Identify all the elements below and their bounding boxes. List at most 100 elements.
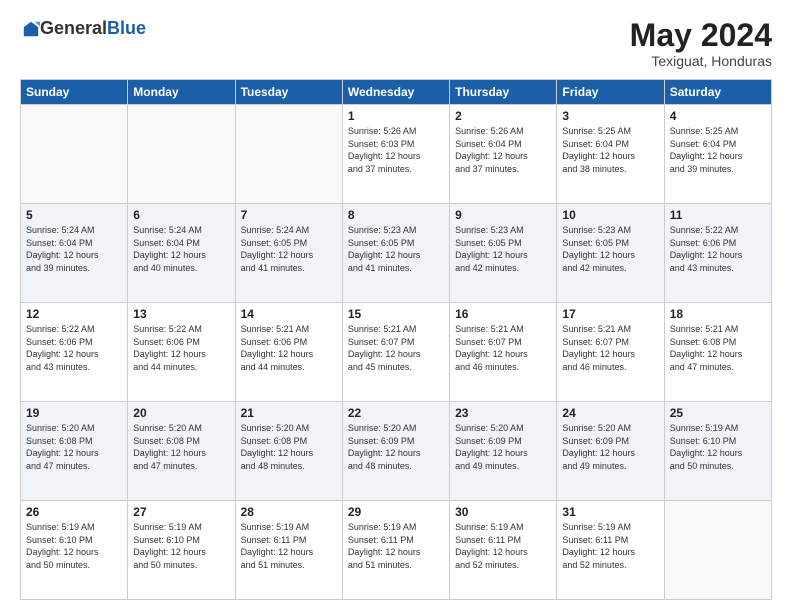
day-number: 30 [455,505,551,519]
day-number: 16 [455,307,551,321]
calendar-cell: 19Sunrise: 5:20 AM Sunset: 6:08 PM Dayli… [21,402,128,501]
day-info: Sunrise: 5:20 AM Sunset: 6:09 PM Dayligh… [455,422,551,472]
calendar-cell: 18 Sunrise: 5:21 AM Sunset: 6:08 PM Dayli… [664,303,771,402]
day-info: Sunrise: 5:24 AM Sunset: 6:04 PM Dayligh… [26,224,122,274]
calendar-cell: 27 Sunrise: 5:19 AM Sunset: 6:10 PM Dayli… [128,501,235,600]
calendar-cell: 10Sunrise: 5:23 AM Sunset: 6:05 PM Dayli… [557,204,664,303]
day-number: 27 [133,505,229,519]
header-tuesday: Tuesday [235,80,342,105]
day-info: Sunrise: 5:22 AM Sunset: 6:06 PM Dayligh… [670,224,766,274]
day-number: 12 [26,307,122,321]
calendar-cell: 22 Sunrise: 5:20 AM Sunset: 6:09 PM Dayli… [342,402,449,501]
calendar-cell: 31Sunrise: 5:19 AM Sunset: 6:11 PM Dayli… [557,501,664,600]
day-info: Sunrise: 5:19 AM Sunset: 6:11 PM Dayligh… [241,521,337,571]
day-number: 5 [26,208,122,222]
day-info: Sunrise: 5:21 AM Sunset: 6:07 PM Dayligh… [562,323,658,373]
day-info: Sunrise: 5:20 AM Sunset: 6:08 PM Dayligh… [133,422,229,472]
calendar-cell: 3Sunrise: 5:25 AM Sunset: 6:04 PM Daylig… [557,105,664,204]
day-number: 11 [670,208,766,222]
day-info: Sunrise: 5:20 AM Sunset: 6:09 PM Dayligh… [562,422,658,472]
calendar-cell: 17 Sunrise: 5:21 AM Sunset: 6:07 PM Dayli… [557,303,664,402]
day-info: Sunrise: 5:22 AM Sunset: 6:06 PM Dayligh… [133,323,229,373]
calendar-cell: 2Sunrise: 5:26 AM Sunset: 6:04 PM Daylig… [450,105,557,204]
day-number: 9 [455,208,551,222]
calendar-cell: 1 Sunrise: 5:26 AM Sunset: 6:03 PM Daylig… [342,105,449,204]
day-number: 23 [455,406,551,420]
header-saturday: Saturday [664,80,771,105]
calendar-cell [21,105,128,204]
day-number: 26 [26,505,122,519]
calendar-cell: 8 Sunrise: 5:23 AM Sunset: 6:05 PM Daylig… [342,204,449,303]
calendar-cell: 9 Sunrise: 5:23 AM Sunset: 6:05 PM Daylig… [450,204,557,303]
calendar-cell: 24 Sunrise: 5:20 AM Sunset: 6:09 PM Dayli… [557,402,664,501]
day-number: 17 [562,307,658,321]
day-number: 29 [348,505,444,519]
day-info: Sunrise: 5:22 AM Sunset: 6:06 PM Dayligh… [26,323,122,373]
calendar-cell: 23 Sunrise: 5:20 AM Sunset: 6:09 PM Dayli… [450,402,557,501]
day-info: Sunrise: 5:25 AM Sunset: 6:04 PM Dayligh… [670,125,766,175]
day-info: Sunrise: 5:19 AM Sunset: 6:11 PM Dayligh… [455,521,551,571]
day-number: 2 [455,109,551,123]
day-number: 24 [562,406,658,420]
day-number: 8 [348,208,444,222]
calendar-cell [664,501,771,600]
day-number: 21 [241,406,337,420]
day-info: Sunrise: 5:24 AM Sunset: 6:04 PM Dayligh… [133,224,229,274]
header-monday: Monday [128,80,235,105]
header-friday: Friday [557,80,664,105]
calendar-cell [128,105,235,204]
day-number: 6 [133,208,229,222]
calendar-cell: 6 Sunrise: 5:24 AM Sunset: 6:04 PM Daylig… [128,204,235,303]
calendar-week-row: 12 Sunrise: 5:22 AM Sunset: 6:06 PM Dayli… [21,303,772,402]
day-info: Sunrise: 5:19 AM Sunset: 6:10 PM Dayligh… [670,422,766,472]
calendar-week-row: 5 Sunrise: 5:24 AM Sunset: 6:04 PM Daylig… [21,204,772,303]
header: GeneralBlue May 2024 Texiguat, Honduras [20,18,772,69]
day-info: Sunrise: 5:23 AM Sunset: 6:05 PM Dayligh… [455,224,551,274]
day-number: 18 [670,307,766,321]
header-row: Sunday Monday Tuesday Wednesday Thursday… [21,80,772,105]
day-number: 14 [241,307,337,321]
day-number: 20 [133,406,229,420]
day-info: Sunrise: 5:19 AM Sunset: 6:10 PM Dayligh… [133,521,229,571]
title-block: May 2024 Texiguat, Honduras [630,18,772,69]
calendar-cell: 26 Sunrise: 5:19 AM Sunset: 6:10 PM Dayli… [21,501,128,600]
day-info: Sunrise: 5:24 AM Sunset: 6:05 PM Dayligh… [241,224,337,274]
day-info: Sunrise: 5:25 AM Sunset: 6:04 PM Dayligh… [562,125,658,175]
day-info: Sunrise: 5:21 AM Sunset: 6:08 PM Dayligh… [670,323,766,373]
header-wednesday: Wednesday [342,80,449,105]
day-info: Sunrise: 5:19 AM Sunset: 6:10 PM Dayligh… [26,521,122,571]
logo: GeneralBlue [20,18,146,39]
day-number: 1 [348,109,444,123]
day-info: Sunrise: 5:26 AM Sunset: 6:03 PM Dayligh… [348,125,444,175]
day-number: 13 [133,307,229,321]
day-info: Sunrise: 5:19 AM Sunset: 6:11 PM Dayligh… [562,521,658,571]
calendar-cell: 11 Sunrise: 5:22 AM Sunset: 6:06 PM Dayli… [664,204,771,303]
location-subtitle: Texiguat, Honduras [630,53,772,69]
calendar-cell: 20 Sunrise: 5:20 AM Sunset: 6:08 PM Dayli… [128,402,235,501]
day-info: Sunrise: 5:21 AM Sunset: 6:06 PM Dayligh… [241,323,337,373]
calendar-cell: 25 Sunrise: 5:19 AM Sunset: 6:10 PM Dayli… [664,402,771,501]
day-number: 22 [348,406,444,420]
page: GeneralBlue May 2024 Texiguat, Honduras … [0,0,792,612]
month-year-title: May 2024 [630,18,772,53]
header-sunday: Sunday [21,80,128,105]
calendar-cell: 13 Sunrise: 5:22 AM Sunset: 6:06 PM Dayli… [128,303,235,402]
calendar-week-row: 26 Sunrise: 5:19 AM Sunset: 6:10 PM Dayli… [21,501,772,600]
day-number: 25 [670,406,766,420]
calendar-week-row: 1 Sunrise: 5:26 AM Sunset: 6:03 PM Daylig… [21,105,772,204]
day-info: Sunrise: 5:20 AM Sunset: 6:08 PM Dayligh… [26,422,122,472]
day-info: Sunrise: 5:21 AM Sunset: 6:07 PM Dayligh… [348,323,444,373]
day-number: 15 [348,307,444,321]
calendar-cell: 12 Sunrise: 5:22 AM Sunset: 6:06 PM Dayli… [21,303,128,402]
logo-blue-text: Blue [107,18,146,39]
calendar-cell: 7 Sunrise: 5:24 AM Sunset: 6:05 PM Daylig… [235,204,342,303]
calendar-cell: 15 Sunrise: 5:21 AM Sunset: 6:07 PM Dayli… [342,303,449,402]
calendar-cell: 16Sunrise: 5:21 AM Sunset: 6:07 PM Dayli… [450,303,557,402]
day-number: 28 [241,505,337,519]
day-info: Sunrise: 5:20 AM Sunset: 6:09 PM Dayligh… [348,422,444,472]
day-info: Sunrise: 5:23 AM Sunset: 6:05 PM Dayligh… [348,224,444,274]
day-number: 7 [241,208,337,222]
day-info: Sunrise: 5:20 AM Sunset: 6:08 PM Dayligh… [241,422,337,472]
logo-icon [22,20,40,38]
day-number: 4 [670,109,766,123]
